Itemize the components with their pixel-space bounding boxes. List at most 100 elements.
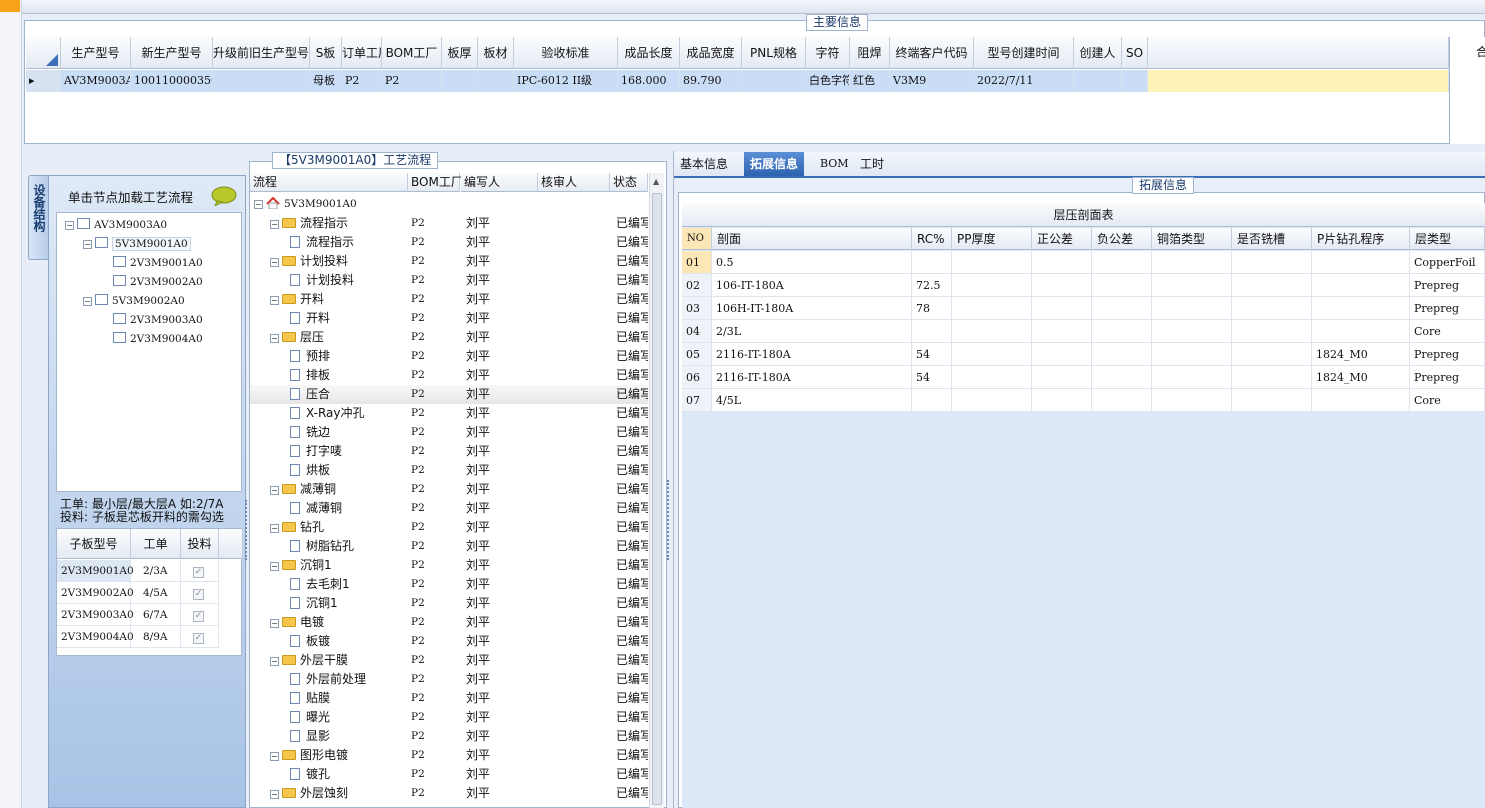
laminate-cell[interactable] bbox=[1032, 366, 1092, 389]
flow-row[interactable]: 曝光 P2 刘平 已编写 bbox=[250, 708, 648, 727]
row-indicator[interactable]: ▸ bbox=[26, 70, 61, 92]
main-cell[interactable]: 89.790 bbox=[680, 70, 742, 92]
tree-collapse-icon[interactable]: − bbox=[83, 240, 92, 249]
subgrid-feed[interactable]: ✓ bbox=[181, 604, 219, 626]
laminate-cell[interactable] bbox=[1032, 274, 1092, 297]
flow-row[interactable]: 计划投料 P2 刘平 已编写 bbox=[250, 271, 648, 290]
laminate-cell[interactable]: 1824_M0 bbox=[1312, 343, 1410, 366]
main-cell[interactable] bbox=[1122, 70, 1148, 92]
structure-tree[interactable]: − AV3M9003A0−5V3M9001A0 2V3M9001A0 2V3M9002… bbox=[56, 212, 242, 492]
tree-collapse-icon[interactable]: − bbox=[83, 297, 92, 306]
laminate-cell[interactable] bbox=[912, 251, 952, 274]
flow-row[interactable]: − 外层干膜 P2 刘平 已编写 bbox=[250, 651, 648, 670]
laminate-cell[interactable] bbox=[1232, 343, 1312, 366]
main-col-header[interactable]: SO bbox=[1122, 37, 1148, 69]
main-cell[interactable]: P2 bbox=[382, 70, 442, 92]
flow-root-row[interactable]: − 5V3M9001A0 bbox=[250, 195, 648, 214]
flow-row[interactable]: 压合 P2 刘平 已编写 bbox=[250, 385, 648, 404]
subgrid-order[interactable]: 8/9A bbox=[131, 626, 181, 648]
tab-0[interactable]: 基本信息 bbox=[674, 152, 734, 176]
main-cell[interactable] bbox=[213, 70, 310, 92]
laminate-cell[interactable]: 78 bbox=[912, 297, 952, 320]
laminate-col-header[interactable]: 铜箔类型 bbox=[1152, 228, 1232, 250]
flow-row[interactable]: 外层前处理 P2 刘平 已编写 bbox=[250, 670, 648, 689]
laminate-cell[interactable] bbox=[1092, 343, 1152, 366]
main-col-header[interactable]: 新生产型号 bbox=[131, 37, 213, 69]
laminate-col-header[interactable]: RC% bbox=[912, 228, 952, 250]
laminate-col-header[interactable]: NO bbox=[682, 228, 712, 250]
laminate-cell[interactable]: 72.5 bbox=[912, 274, 952, 297]
flow-row[interactable]: 开料 P2 刘平 已编写 bbox=[250, 309, 648, 328]
main-col-header[interactable]: 创建人 bbox=[1074, 37, 1122, 69]
main-col-header[interactable]: 终端客户代码 bbox=[890, 37, 974, 69]
laminate-cell[interactable] bbox=[1152, 366, 1232, 389]
laminate-cell[interactable]: 04 bbox=[682, 320, 712, 343]
subgrid-model[interactable]: 2V3M9003A0 bbox=[57, 604, 134, 626]
flow-row[interactable]: 沉铜1 P2 刘平 已编写 bbox=[250, 594, 648, 613]
laminate-col-header[interactable]: 层类型 bbox=[1410, 228, 1485, 250]
main-col-header[interactable]: 字符 bbox=[806, 37, 850, 69]
main-cell[interactable] bbox=[442, 70, 478, 92]
tree-collapse-icon[interactable]: − bbox=[270, 657, 279, 666]
tree-collapse-icon[interactable]: − bbox=[270, 524, 279, 533]
laminate-cell[interactable] bbox=[952, 366, 1032, 389]
laminate-cell[interactable]: 2/3L bbox=[712, 320, 912, 343]
subgrid-feed[interactable]: ✓ bbox=[181, 582, 219, 604]
feed-checkbox[interactable]: ✓ bbox=[193, 611, 204, 622]
laminate-cell[interactable] bbox=[1312, 274, 1410, 297]
feed-checkbox[interactable]: ✓ bbox=[193, 567, 204, 578]
feed-checkbox[interactable]: ✓ bbox=[193, 633, 204, 644]
laminate-cell[interactable] bbox=[1232, 366, 1312, 389]
laminate-cell[interactable]: 1824_M0 bbox=[1312, 366, 1410, 389]
laminate-cell[interactable] bbox=[1152, 297, 1232, 320]
structure-tree-node[interactable]: − 5V3M9002A0 bbox=[83, 292, 185, 310]
main-col-header[interactable]: 型号创建时间 bbox=[974, 37, 1074, 69]
main-col-header[interactable]: 升级前旧生产型号 bbox=[213, 37, 310, 69]
structure-tree-node[interactable]: − 5V3M9001A0 bbox=[83, 235, 191, 253]
laminate-cell[interactable] bbox=[1232, 297, 1312, 320]
laminate-cell[interactable]: 54 bbox=[912, 343, 952, 366]
tree-collapse-icon[interactable]: − bbox=[270, 562, 279, 571]
laminate-cell[interactable]: 05 bbox=[682, 343, 712, 366]
tree-collapse-icon[interactable]: − bbox=[270, 258, 279, 267]
tree-collapse-icon[interactable]: − bbox=[270, 334, 279, 343]
laminate-cell[interactable]: 01 bbox=[682, 251, 712, 274]
flow-col-header[interactable]: 编写人 bbox=[461, 173, 538, 192]
structure-tree-node[interactable]: 2V3M9003A0 bbox=[101, 311, 203, 329]
laminate-cell[interactable]: Prepreg bbox=[1410, 297, 1485, 320]
main-col-header[interactable]: S板 bbox=[310, 37, 342, 69]
flow-row[interactable]: 贴膜 P2 刘平 已编写 bbox=[250, 689, 648, 708]
structure-tree-node[interactable]: 2V3M9004A0 bbox=[101, 330, 203, 348]
tree-collapse-icon[interactable]: − bbox=[270, 619, 279, 628]
main-cell[interactable]: AV3M9003A0 bbox=[61, 70, 131, 92]
laminate-cell[interactable] bbox=[1152, 389, 1232, 412]
laminate-cell[interactable] bbox=[1232, 389, 1312, 412]
flow-row[interactable]: 去毛刺1 P2 刘平 已编写 bbox=[250, 575, 648, 594]
laminate-cell[interactable] bbox=[1092, 366, 1152, 389]
laminate-cell[interactable]: 2116-IT-180A bbox=[712, 343, 912, 366]
process-flow-scrollbar[interactable]: ▲ bbox=[649, 173, 664, 808]
laminate-col-header[interactable]: PP厚度 bbox=[952, 228, 1032, 250]
main-col-header[interactable]: 板厚 bbox=[442, 37, 478, 69]
tab-1[interactable]: 拓展信息 bbox=[744, 152, 805, 176]
laminate-cell[interactable] bbox=[1092, 389, 1152, 412]
laminate-cell[interactable]: 54 bbox=[912, 366, 952, 389]
flow-row[interactable]: 排板 P2 刘平 已编写 bbox=[250, 366, 648, 385]
laminate-col-header[interactable]: 是否铣槽 bbox=[1232, 228, 1312, 250]
flow-row[interactable]: 打字唛 P2 刘平 已编写 bbox=[250, 442, 648, 461]
main-col-header[interactable]: 验收标准 bbox=[514, 37, 618, 69]
main-cell[interactable] bbox=[742, 70, 806, 92]
sub-board-grid[interactable]: 子板型号 工单 投料 2V3M9001A0 2/3A ✓ 2V3M9002A0 4/5A ✓ 2V… bbox=[56, 528, 243, 656]
subgrid-model[interactable]: 2V3M9004A0 bbox=[57, 626, 134, 648]
laminate-cell[interactable]: Prepreg bbox=[1410, 274, 1485, 297]
flow-row[interactable]: − 图形电镀 P2 刘平 已编写 bbox=[250, 746, 648, 765]
main-col-header[interactable]: 成品宽度 bbox=[680, 37, 742, 69]
main-col-header[interactable]: 成品长度 bbox=[618, 37, 680, 69]
laminate-cell[interactable]: Core bbox=[1410, 389, 1485, 412]
laminate-cell[interactable] bbox=[1092, 274, 1152, 297]
laminate-cell[interactable] bbox=[1032, 297, 1092, 320]
main-cell[interactable]: P2 bbox=[342, 70, 382, 92]
laminate-cell[interactable] bbox=[952, 343, 1032, 366]
laminate-cell[interactable] bbox=[1232, 251, 1312, 274]
laminate-cell[interactable] bbox=[1092, 320, 1152, 343]
